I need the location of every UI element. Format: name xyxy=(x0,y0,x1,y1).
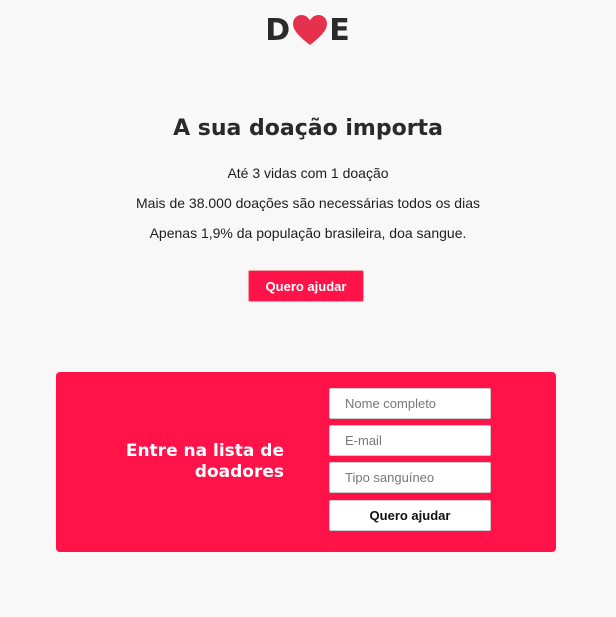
email-input[interactable] xyxy=(329,425,491,456)
hero-fact: Apenas 1,9% da população brasileira, doa… xyxy=(149,225,467,241)
logo[interactable]: DE xyxy=(0,10,616,50)
hero-title: A sua doação importa xyxy=(173,116,443,141)
hero-fact: Até 3 vidas com 1 doação xyxy=(227,165,389,181)
logo-letter-d: D xyxy=(265,12,292,48)
help-button[interactable]: Quero ajudar xyxy=(248,270,364,302)
hero-fact: Mais de 38.000 doações são necessárias t… xyxy=(136,195,480,211)
logo-letter-e: E xyxy=(329,12,351,48)
signup-panel: Entre na lista de doadores Quero ajudar xyxy=(56,372,556,552)
blood-type-input[interactable] xyxy=(329,462,491,493)
signup-submit-button[interactable]: Quero ajudar xyxy=(329,500,491,531)
signup-title: Entre na lista de doadores xyxy=(125,441,284,482)
heart-icon xyxy=(293,14,328,45)
full-name-input[interactable] xyxy=(329,388,491,419)
